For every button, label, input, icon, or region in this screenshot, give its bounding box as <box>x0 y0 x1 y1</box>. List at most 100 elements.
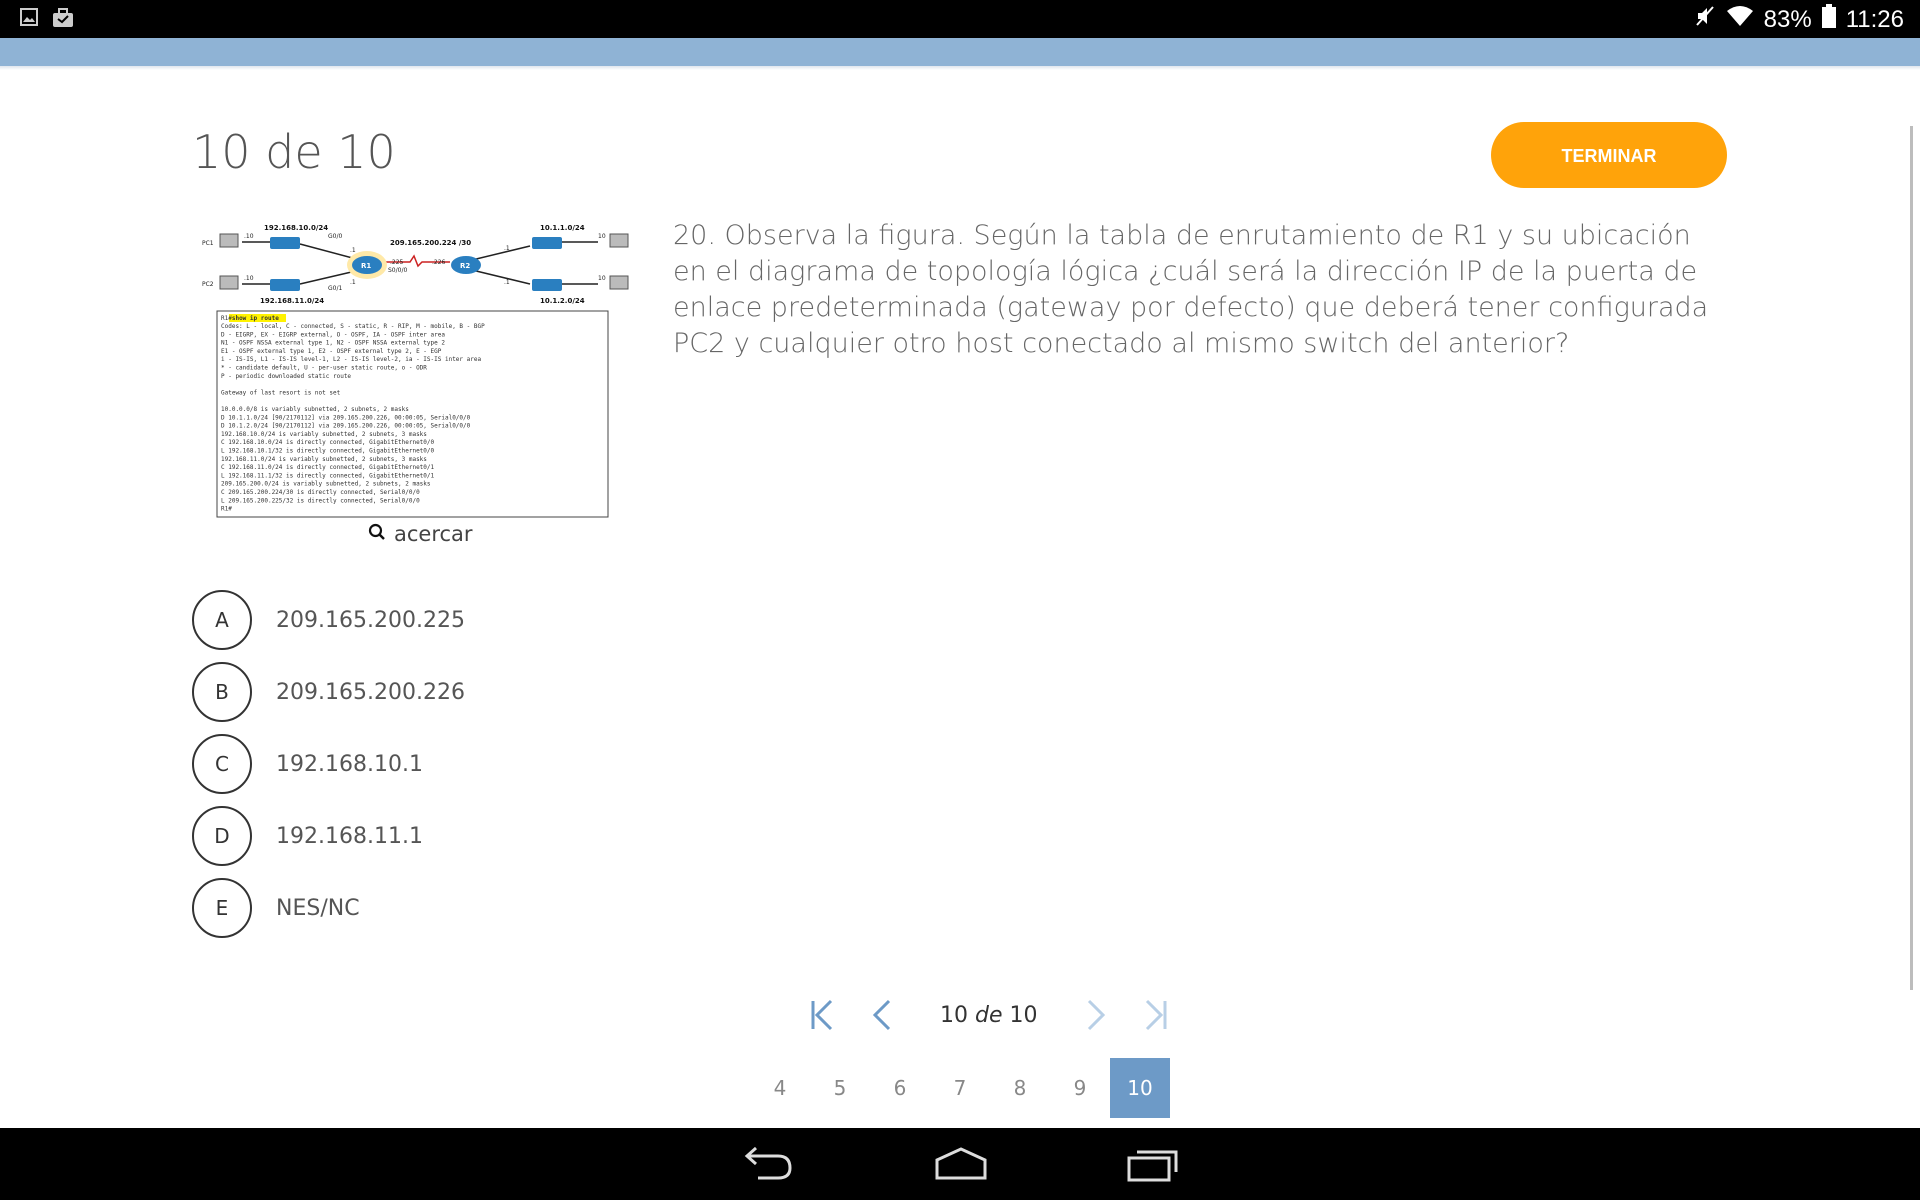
label-r2-ip2: .1 <box>504 279 510 286</box>
last-page-icon <box>1145 999 1166 1031</box>
page-numbers: 4 5 6 7 8 9 10 <box>750 1058 1170 1118</box>
label-r2-ip1: .1 <box>504 245 510 252</box>
label-net1: 192.168.10.0/24 <box>264 224 328 232</box>
cli-line: 192.168.10.0/24 is variably subnetted, 2… <box>221 431 427 438</box>
page-counter: 10 de 10 <box>940 1003 1038 1028</box>
label-r1: R1 <box>361 262 371 270</box>
label-net2: 192.168.11.0/24 <box>260 297 324 305</box>
option-text[interactable]: NES/NC <box>276 896 360 921</box>
first-page-button[interactable] <box>792 990 852 1040</box>
page-number[interactable]: 7 <box>930 1058 990 1118</box>
label-ip226: .226 <box>432 259 446 266</box>
cli-line: P - periodic downloaded static route <box>221 373 351 380</box>
cli-line: C 209.165.200.224/30 is directly connect… <box>221 489 420 496</box>
option-text[interactable]: 192.168.11.1 <box>276 824 423 849</box>
header-shadow <box>0 66 1920 70</box>
option-text[interactable]: 192.168.10.1 <box>276 752 423 777</box>
label-net3: 10.1.1.0/24 <box>540 224 585 232</box>
cli-line: 192.168.11.0/24 is variably subnetted, 2… <box>221 456 427 463</box>
cli-line: i - IS-IS, L1 - IS-IS level-1, L2 - IS-I… <box>221 356 481 363</box>
pager: 10 de 10 <box>792 990 1186 1040</box>
label-g01: G0/1 <box>328 285 342 292</box>
home-nav-icon <box>935 1147 987 1180</box>
question-figure[interactable]: 192.168.10.0/24 192.168.11.0/24 209.165.… <box>200 218 640 520</box>
app-header-band <box>0 38 1920 66</box>
answer-option-d[interactable]: D 192.168.11.1 <box>192 806 423 866</box>
next-page-button[interactable] <box>1066 990 1126 1040</box>
page-number[interactable]: 6 <box>870 1058 930 1118</box>
battery-icon <box>1821 4 1836 35</box>
page-title: 10 de 10 <box>192 125 396 179</box>
first-page-icon <box>811 999 833 1031</box>
option-letter[interactable]: A <box>192 590 252 650</box>
label-r-host1: 10 <box>598 233 606 240</box>
finish-quiz-button[interactable]: TERMINAR CUESTIONARIO <box>1491 122 1727 232</box>
cli-line: D - EIGRP, EX - EIGRP external, O - OSPF… <box>221 331 445 338</box>
answer-option-c[interactable]: C 192.168.10.1 <box>192 734 423 794</box>
status-bar: 83% 11:26 <box>0 0 1920 38</box>
cli-line: D 10.1.2.0/24 [90/2170112] via 209.165.2… <box>221 423 471 430</box>
prev-page-icon <box>872 999 891 1031</box>
option-letter[interactable]: D <box>192 806 252 866</box>
answer-option-e[interactable]: E NES/NC <box>192 878 360 938</box>
zoom-link[interactable]: acercar <box>368 522 473 546</box>
page-number[interactable]: 5 <box>810 1058 870 1118</box>
cli-line: E1 - OSPF external type 1, E2 - OSPF ext… <box>221 348 442 355</box>
option-letter[interactable]: B <box>192 662 252 722</box>
answer-option-b[interactable]: B 209.165.200.226 <box>192 662 465 722</box>
system-nav-bar <box>0 1128 1920 1200</box>
option-text[interactable]: 209.165.200.225 <box>276 608 465 633</box>
label-r1-g01-ip: .1 <box>350 279 356 286</box>
cli-command: show ip route <box>232 315 279 322</box>
label-pc1: PC1 <box>202 240 214 247</box>
cli-line: * - candidate default, U - per-user stat… <box>221 365 427 372</box>
cli-line: D 10.1.1.0/24 [90/2170112] via 209.165.2… <box>221 414 471 421</box>
label-r-host2: 10 <box>598 275 606 282</box>
cli-line: C 192.168.10.0/24 is directly connected,… <box>221 439 435 446</box>
search-icon <box>368 522 386 546</box>
cli-line: N1 - OSPF NSSA external type 1, N2 - OSP… <box>221 340 445 347</box>
option-letter[interactable]: C <box>192 734 252 794</box>
page-number[interactable]: 4 <box>750 1058 810 1118</box>
option-letter[interactable]: E <box>192 878 252 938</box>
label-pc2-host: .10 <box>244 275 254 282</box>
label-wan: 209.165.200.224 /30 <box>390 239 471 247</box>
cli-prompt: R1# <box>221 315 232 322</box>
cli-line: Gateway of last resort is not set <box>221 389 341 396</box>
wifi-icon <box>1726 5 1754 34</box>
page-number[interactable]: 9 <box>1050 1058 1110 1118</box>
current-page: 10 <box>940 1002 968 1028</box>
cli-line: R1# <box>221 506 232 513</box>
page-number[interactable]: 8 <box>990 1058 1050 1118</box>
mute-icon <box>1694 4 1716 35</box>
svg-text:R1#show ip route: R1#show ip route <box>221 315 279 322</box>
label-s000: S0/0/0 <box>388 267 407 274</box>
recents-nav-icon <box>1127 1150 1178 1182</box>
last-page-button[interactable] <box>1126 990 1186 1040</box>
briefcase-icon <box>52 8 74 32</box>
label-pc2: PC2 <box>202 281 214 288</box>
battery-percent: 83% <box>1763 5 1812 33</box>
cli-line: L 192.168.11.1/32 is directly connected,… <box>221 472 435 479</box>
next-page-icon <box>1087 999 1105 1031</box>
label-r2: R2 <box>460 262 470 270</box>
home-nav-button[interactable] <box>934 1146 988 1186</box>
label-ip225: .225 <box>390 259 404 266</box>
cli-line: C 192.168.11.0/24 is directly connected,… <box>221 464 435 471</box>
total-pages: 10 <box>1009 1002 1038 1028</box>
cli-line: L 192.168.10.1/32 is directly connected,… <box>221 448 435 455</box>
back-nav-button[interactable] <box>744 1146 794 1186</box>
topology-diagram: 192.168.10.0/24 192.168.11.0/24 209.165.… <box>202 224 629 518</box>
cli-line: L 209.165.200.225/32 is directly connect… <box>221 497 420 504</box>
recents-nav-button[interactable] <box>1126 1146 1180 1186</box>
label-g00: G0/0 <box>328 233 342 240</box>
cli-line: Codes: L - local, C - connected, S - sta… <box>221 323 485 330</box>
option-text[interactable]: 209.165.200.226 <box>276 680 465 705</box>
label-r1-g00-ip: .1 <box>350 247 356 254</box>
cli-line: 209.165.200.0/24 is variably subnetted, … <box>221 481 431 488</box>
answer-option-a[interactable]: A 209.165.200.225 <box>192 590 465 650</box>
page-number-active[interactable]: 10 <box>1110 1058 1170 1118</box>
prev-page-button[interactable] <box>852 990 912 1040</box>
scrollbar[interactable] <box>1910 126 1913 990</box>
zoom-label: acercar <box>394 522 473 546</box>
